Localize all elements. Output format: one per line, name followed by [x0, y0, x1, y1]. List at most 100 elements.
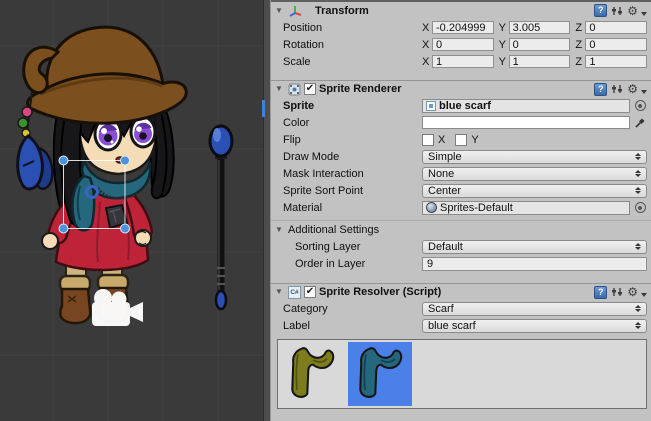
- green-scarf-sprite: [282, 344, 342, 404]
- help-icon[interactable]: ?: [594, 286, 607, 299]
- label-dropdown[interactable]: blue scarf: [422, 319, 647, 333]
- mask-interaction-dropdown[interactable]: None: [422, 167, 647, 181]
- scale-y-input[interactable]: 1: [509, 55, 571, 68]
- thumbnail-green-scarf[interactable]: [280, 342, 344, 406]
- foldout-icon[interactable]: ▼: [275, 225, 285, 235]
- object-picker-icon[interactable]: [635, 202, 646, 213]
- presets-icon[interactable]: [611, 286, 623, 298]
- scene-view[interactable]: [0, 0, 263, 421]
- flip-label: Flip: [283, 134, 422, 146]
- position-z-input[interactable]: 0: [585, 21, 647, 34]
- order-in-layer-input[interactable]: 9: [422, 257, 647, 271]
- material-value: Sprites-Default: [440, 202, 513, 214]
- sprite-sort-point-dropdown[interactable]: Center: [422, 184, 647, 198]
- foldout-icon[interactable]: ▼: [275, 287, 285, 297]
- scale-label: Scale: [283, 56, 422, 68]
- eyedropper-icon[interactable]: [634, 117, 646, 129]
- unity-editor-window: ▼ Transform ? ⚙ Position X: [0, 0, 651, 421]
- dropdown-caret-icon: [635, 243, 641, 250]
- dropdown-caret-icon: [635, 170, 641, 177]
- flip-x-checkbox[interactable]: .: [422, 134, 434, 146]
- color-row: Color: [271, 114, 651, 131]
- x-axis-label: X: [422, 39, 430, 51]
- sprite-resolver-header[interactable]: ▼ C# ✔ Sprite Resolver (Script) ? ⚙: [271, 283, 651, 300]
- panel-divider[interactable]: [263, 0, 271, 421]
- mask-interaction-row: Mask Interaction None: [271, 165, 651, 182]
- additional-settings-label: Additional Settings: [288, 224, 379, 236]
- gear-icon[interactable]: ⚙: [627, 83, 638, 95]
- component-gap: [271, 70, 651, 80]
- rotation-x-input[interactable]: 0: [432, 38, 494, 51]
- order-in-layer-row: Order in Layer 9: [271, 255, 651, 272]
- rotation-label: Rotation: [283, 39, 422, 51]
- sprite-value: blue scarf: [439, 100, 491, 112]
- draw-mode-label: Draw Mode: [283, 151, 422, 163]
- y-axis-label: Y: [499, 56, 507, 68]
- sprite-object-field[interactable]: blue scarf: [422, 99, 630, 113]
- csharp-script-icon: C#: [288, 286, 301, 299]
- rotation-z-input[interactable]: 0: [585, 38, 647, 51]
- draw-mode-dropdown[interactable]: Simple: [422, 150, 647, 164]
- thumbnail-blue-scarf[interactable]: [348, 342, 412, 406]
- label-label: Label: [283, 320, 422, 332]
- sprite-renderer-icon: [288, 83, 301, 96]
- blue-scarf-sprite: [350, 344, 410, 404]
- sprite-row: Sprite blue scarf: [271, 97, 651, 114]
- help-icon[interactable]: ?: [594, 83, 607, 96]
- scale-x-input[interactable]: 1: [432, 55, 494, 68]
- gear-caret-icon: [641, 12, 647, 16]
- sorting-layer-row: Sorting Layer Default: [271, 238, 651, 255]
- category-label: Category: [283, 303, 422, 315]
- gear-caret-icon: [641, 90, 647, 94]
- transform-header[interactable]: ▼ Transform ? ⚙: [271, 2, 651, 19]
- position-x-input[interactable]: -0.204999: [432, 21, 494, 34]
- gear-icon[interactable]: ⚙: [627, 286, 638, 298]
- component-title: Sprite Resolver (Script): [319, 286, 441, 298]
- sprite-variant-list: [277, 339, 647, 409]
- foldout-icon[interactable]: ▼: [275, 6, 285, 16]
- flip-y-label: Y: [471, 134, 478, 146]
- sprite-renderer-header[interactable]: ▼ ✔ Sprite Renderer ? ⚙: [271, 80, 651, 97]
- prefab-override-bar: [262, 100, 265, 117]
- label-row: Label blue scarf: [271, 317, 651, 334]
- dropdown-caret-icon: [635, 153, 641, 160]
- flip-x-label: X: [438, 134, 445, 146]
- sprite-sort-point-label: Sprite Sort Point: [283, 185, 422, 197]
- transform-row-scale: Scale X 1 Y 1 Z 1: [271, 53, 651, 70]
- color-swatch[interactable]: [422, 116, 630, 129]
- sorting-layer-dropdown[interactable]: Default: [422, 240, 647, 254]
- material-object-field[interactable]: Sprites-Default: [422, 201, 630, 215]
- order-in-layer-label: Order in Layer: [283, 258, 422, 270]
- rotation-y-input[interactable]: 0: [509, 38, 571, 51]
- flip-y-checkbox[interactable]: .: [455, 134, 467, 146]
- object-picker-icon[interactable]: [635, 100, 646, 111]
- position-y-input[interactable]: 3.005: [509, 21, 571, 34]
- sprite-sort-point-row: Sprite Sort Point Center: [271, 182, 651, 199]
- dropdown-caret-icon: [635, 305, 641, 312]
- inspector-panel: ▼ Transform ? ⚙ Position X: [271, 0, 651, 421]
- sprite-label: Sprite: [283, 100, 422, 112]
- presets-icon[interactable]: [611, 83, 623, 95]
- category-row: Category Scarf: [271, 300, 651, 317]
- component-enabled-checkbox[interactable]: ✔: [304, 83, 316, 95]
- scale-z-input[interactable]: 1: [585, 55, 647, 68]
- sprite-thumbnail-icon: [426, 101, 436, 111]
- transform-row-rotation: Rotation X 0 Y 0 Z 0: [271, 36, 651, 53]
- presets-icon[interactable]: [611, 5, 623, 17]
- material-label: Material: [283, 202, 422, 214]
- component-enabled-checkbox[interactable]: ✔: [304, 286, 316, 298]
- additional-settings-foldout[interactable]: ▼ Additional Settings: [271, 220, 651, 238]
- y-axis-label: Y: [499, 39, 507, 51]
- color-label: Color: [283, 117, 422, 129]
- x-axis-label: X: [422, 22, 430, 34]
- dropdown-caret-icon: [635, 187, 641, 194]
- foldout-icon[interactable]: ▼: [275, 84, 285, 94]
- mask-interaction-label: Mask Interaction: [283, 168, 422, 180]
- z-axis-label: Z: [575, 22, 583, 34]
- help-icon[interactable]: ?: [594, 4, 607, 17]
- gear-icon[interactable]: ⚙: [627, 5, 638, 17]
- category-dropdown[interactable]: Scarf: [422, 302, 647, 316]
- gear-caret-icon: [641, 293, 647, 297]
- transform-icon: [288, 4, 302, 17]
- z-axis-label: Z: [575, 39, 583, 51]
